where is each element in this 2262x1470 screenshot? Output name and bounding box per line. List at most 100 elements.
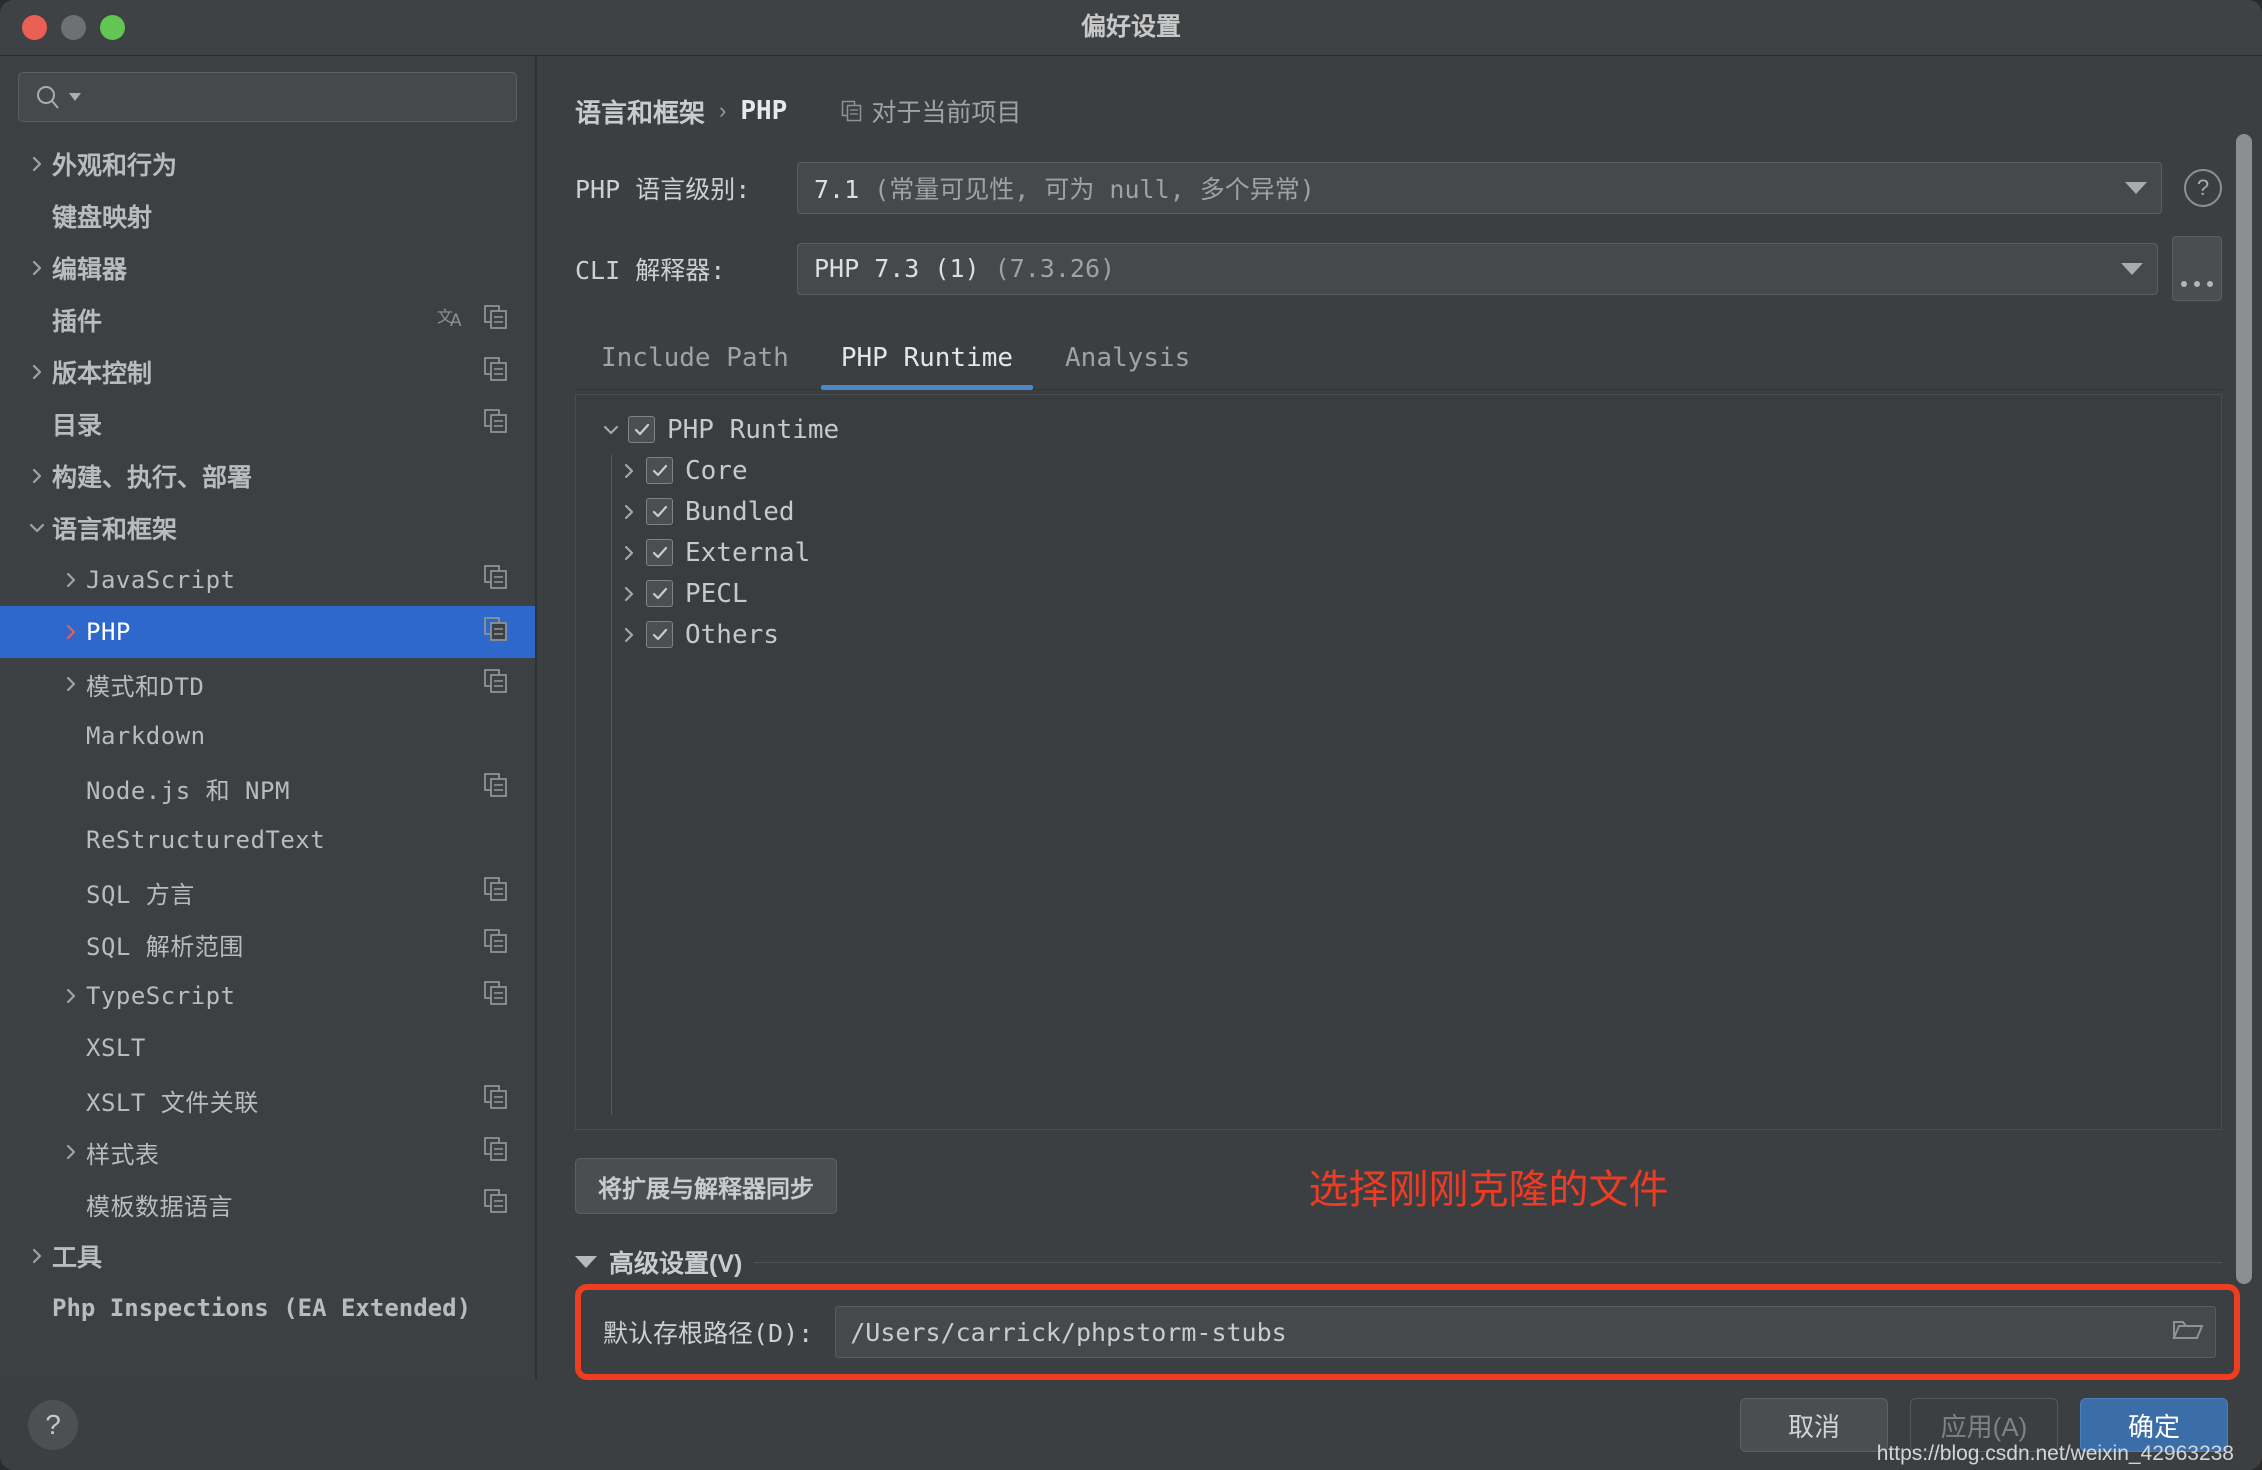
sidebar-item-13[interactable]: ReStructuredText xyxy=(0,814,535,866)
checkbox[interactable] xyxy=(646,498,673,525)
checkbox[interactable] xyxy=(646,457,673,484)
chevron-right-icon[interactable] xyxy=(56,622,86,642)
php-settings-tabs[interactable]: Include Path PHP Runtime Analysis xyxy=(575,329,2222,390)
sidebar-item-8[interactable]: JavaScript xyxy=(0,554,535,606)
sidebar-item-10[interactable]: 模式和DTD xyxy=(0,658,535,710)
copy-icon[interactable] xyxy=(483,616,509,649)
sidebar-item-2[interactable]: 编辑器 xyxy=(0,242,535,294)
search-input[interactable] xyxy=(18,72,517,122)
default-root-path-field[interactable]: /Users/carrick/phpstorm-stubs xyxy=(835,1306,2216,1358)
help-icon[interactable]: ? xyxy=(2184,169,2222,207)
cancel-button[interactable]: 取消 xyxy=(1740,1398,1888,1452)
sidebar-item-22[interactable]: Php Inspections (EA Extended) xyxy=(0,1282,535,1334)
sidebar-item-16[interactable]: TypeScript xyxy=(0,970,535,1022)
sidebar-item-label: Node.js 和 NPM xyxy=(86,776,290,805)
chevron-down-icon[interactable] xyxy=(594,420,628,440)
sidebar-item-actions xyxy=(483,970,509,1022)
chevron-right-icon[interactable] xyxy=(56,986,86,1006)
checkbox[interactable] xyxy=(646,621,673,648)
chevron-right-icon[interactable] xyxy=(22,362,52,382)
sidebar-item-15[interactable]: SQL 解析范围 xyxy=(0,918,535,970)
checkbox[interactable] xyxy=(646,580,673,607)
main-scrollbar[interactable] xyxy=(2236,134,2252,1284)
sidebar-item-14[interactable]: SQL 方言 xyxy=(0,866,535,918)
copy-icon[interactable] xyxy=(483,772,509,805)
sidebar-tree[interactable]: 外观和行为 键盘映射 编辑器插件 文 A 版本控制 目录构建、执行、部署语言和框架 JavaS… xyxy=(0,132,535,1380)
copy-icon[interactable] xyxy=(483,876,509,909)
chevron-right-icon[interactable] xyxy=(22,258,52,278)
sidebar-item-7[interactable]: 语言和框架 xyxy=(0,502,535,554)
chevron-right-icon[interactable] xyxy=(56,674,86,694)
copy-icon[interactable] xyxy=(483,668,509,701)
project-scope[interactable]: 对于当前项目 xyxy=(841,93,1021,129)
breadcrumb-parent[interactable]: 语言和框架 xyxy=(575,93,705,130)
sidebar-item-label: JavaScript xyxy=(86,566,236,594)
copy-icon[interactable] xyxy=(483,356,509,389)
sidebar-item-6[interactable]: 构建、执行、部署 xyxy=(0,450,535,502)
language-level-dropdown[interactable]: 7.1 (常量可见性, 可为 null, 多个异常) xyxy=(797,162,2162,214)
runtime-tree-item-php-runtime[interactable]: PHP Runtime xyxy=(594,409,2221,450)
advanced-settings-header[interactable]: 高级设置(V) xyxy=(575,1240,2222,1284)
chevron-right-icon[interactable] xyxy=(56,1142,86,1162)
runtime-tree-item-external[interactable]: External xyxy=(594,532,2221,573)
runtime-tree-item-others[interactable]: Others xyxy=(594,614,2221,655)
cli-interpreter-more-button[interactable] xyxy=(2172,236,2222,301)
sidebar-item-11[interactable]: Markdown xyxy=(0,710,535,762)
browse-folder-button[interactable] xyxy=(2171,1316,2205,1349)
checkbox[interactable] xyxy=(628,416,655,443)
runtime-tree-item-label: External xyxy=(685,537,811,568)
sync-extensions-button[interactable]: 将扩展与解释器同步 xyxy=(575,1158,837,1214)
main-scroll-content: 语言和框架 › PHP 对于当前项目 PHP 语言级别: 7.1 (常量可见性,… xyxy=(537,56,2262,1380)
copy-icon[interactable] xyxy=(483,980,509,1013)
translate-icon[interactable]: 文A xyxy=(437,304,467,337)
sidebar-item-18[interactable]: XSLT 文件关联 xyxy=(0,1074,535,1126)
svg-text:A: A xyxy=(450,311,462,330)
sidebar-item-label: Php Inspections (EA Extended) xyxy=(52,1294,472,1322)
project-scope-label: 对于当前项目 xyxy=(871,99,1022,127)
help-icon[interactable]: ? xyxy=(28,1400,78,1450)
copy-icon[interactable] xyxy=(483,1188,509,1221)
tab-analysis[interactable]: Analysis xyxy=(1039,343,1216,389)
chevron-right-icon[interactable] xyxy=(56,570,86,590)
tab-php-runtime[interactable]: PHP Runtime xyxy=(815,343,1039,390)
php-runtime-tree[interactable]: PHP Runtime Core Bundled External PECL Others xyxy=(594,409,2221,655)
cli-interpreter-dropdown[interactable]: PHP 7.3 (1) (7.3.26) xyxy=(797,242,2158,295)
chevron-right-icon[interactable] xyxy=(612,461,646,481)
runtime-tree-item-pecl[interactable]: PECL xyxy=(594,573,2221,614)
chevron-right-icon[interactable] xyxy=(22,1246,52,1266)
checkbox[interactable] xyxy=(646,539,673,566)
chevron-right-icon[interactable] xyxy=(22,154,52,174)
sidebar-item-21[interactable]: 工具 xyxy=(0,1230,535,1282)
sidebar-item-19[interactable]: 样式表 xyxy=(0,1126,535,1178)
chevron-right-icon[interactable] xyxy=(612,625,646,645)
copy-icon[interactable] xyxy=(483,928,509,961)
sidebar-item-1[interactable]: 键盘映射 xyxy=(0,190,535,242)
runtime-tree-item-core[interactable]: Core xyxy=(594,450,2221,491)
chevron-down-icon[interactable] xyxy=(22,518,52,538)
copy-icon[interactable] xyxy=(483,408,509,441)
sidebar-item-9[interactable]: PHP xyxy=(0,606,535,658)
sidebar-item-label: 构建、执行、部署 xyxy=(52,464,253,492)
sidebar-item-3[interactable]: 插件 文 A xyxy=(0,294,535,346)
sidebar-item-0[interactable]: 外观和行为 xyxy=(0,138,535,190)
dot-glyph xyxy=(2207,281,2213,287)
php-runtime-tree-panel[interactable]: PHP Runtime Core Bundled External PECL Others xyxy=(575,394,2222,1130)
tab-include-path[interactable]: Include Path xyxy=(575,343,815,389)
copy-icon[interactable] xyxy=(483,1084,509,1117)
chevron-right-icon[interactable] xyxy=(612,502,646,522)
sidebar-item-20[interactable]: 模板数据语言 xyxy=(0,1178,535,1230)
sidebar-item-17[interactable]: XSLT xyxy=(0,1022,535,1074)
chevron-right-icon[interactable] xyxy=(22,466,52,486)
runtime-tree-item-bundled[interactable]: Bundled xyxy=(594,491,2221,532)
sidebar-item-4[interactable]: 版本控制 xyxy=(0,346,535,398)
sidebar-item-5[interactable]: 目录 xyxy=(0,398,535,450)
sidebar-item-actions xyxy=(483,398,509,450)
chevron-right-icon[interactable] xyxy=(612,543,646,563)
chevron-right-icon[interactable] xyxy=(612,584,646,604)
sidebar-item-label: 插件 xyxy=(52,308,103,336)
copy-icon[interactable] xyxy=(483,1136,509,1169)
sidebar-item-12[interactable]: Node.js 和 NPM xyxy=(0,762,535,814)
copy-icon[interactable] xyxy=(483,304,509,337)
copy-icon[interactable] xyxy=(483,564,509,597)
sidebar-item-label: XSLT 文件关联 xyxy=(86,1088,259,1117)
